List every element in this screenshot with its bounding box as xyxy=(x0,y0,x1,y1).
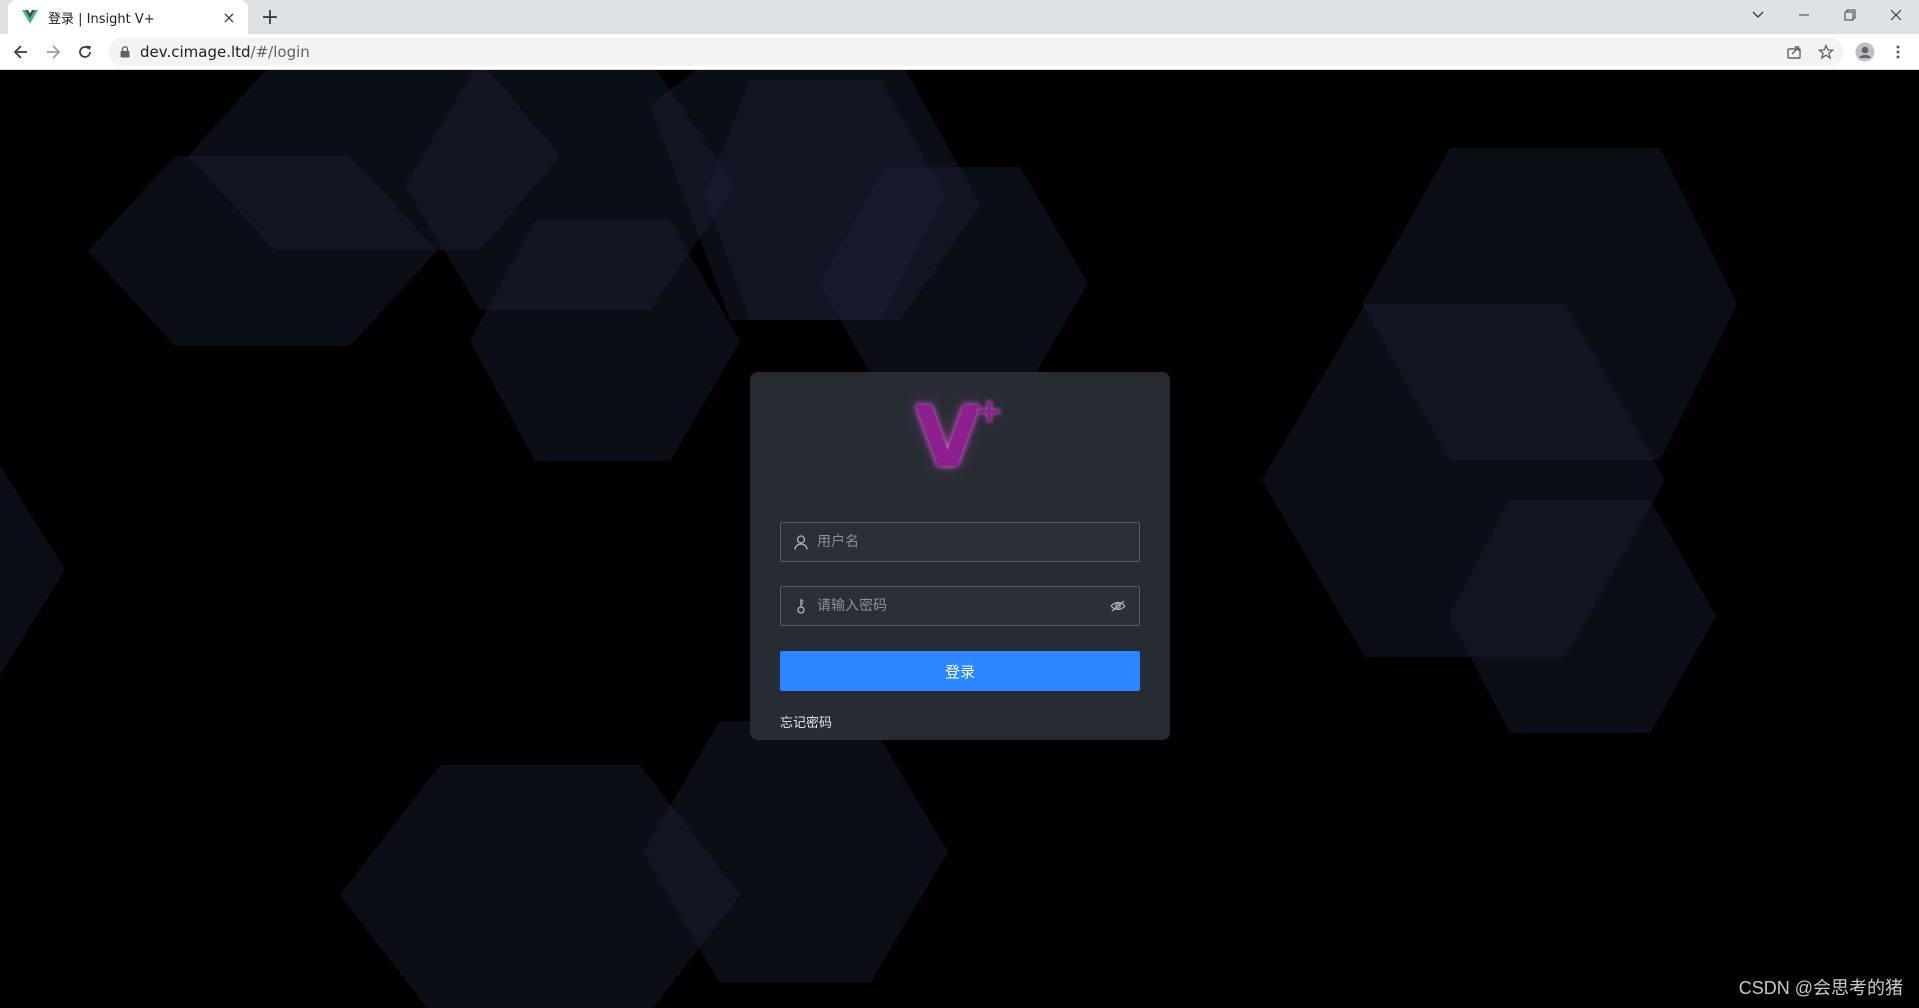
password-field[interactable] xyxy=(780,586,1140,626)
username-input[interactable] xyxy=(815,533,1127,551)
app-logo-mark: V + xyxy=(905,392,1015,482)
tab-title: 登录 | Insight V+ xyxy=(48,11,155,27)
address-bar[interactable]: dev.cimage.ltd/#/login xyxy=(108,38,1844,66)
star-icon[interactable] xyxy=(1814,40,1838,64)
share-icon[interactable] xyxy=(1782,40,1806,64)
username-field[interactable] xyxy=(780,522,1140,562)
kebab-menu-icon[interactable] xyxy=(1886,40,1910,64)
url-text: dev.cimage.ltd/#/login xyxy=(140,43,310,61)
watermark: CSDN @会思考的猪 xyxy=(1738,978,1903,998)
browser-toolbar: dev.cimage.ltd/#/login xyxy=(0,34,1919,70)
close-window-icon[interactable] xyxy=(1873,0,1919,30)
arrow-right-icon[interactable] xyxy=(41,40,65,64)
browser-tab[interactable]: 登录 | Insight V+ × xyxy=(8,0,248,34)
logo-letter: V xyxy=(915,388,981,486)
new-tab-button[interactable]: + xyxy=(256,5,284,30)
login-card: V + 用户名 登录 忘记密码 xyxy=(750,372,1170,740)
login-button[interactable]: 登录 xyxy=(780,651,1140,691)
vue-logo-icon xyxy=(22,9,38,25)
password-input[interactable] xyxy=(815,597,1109,615)
key-icon xyxy=(793,598,809,614)
lock-icon[interactable] xyxy=(120,43,130,62)
window-controls xyxy=(1735,0,1919,34)
eye-off-icon[interactable] xyxy=(1109,597,1127,615)
tab-close-icon[interactable]: × xyxy=(220,8,238,27)
forgot-password-link[interactable]: 忘记密码 xyxy=(780,712,832,731)
app-logo: V + xyxy=(750,392,1170,482)
login-page: V + 用户名 登录 忘记密码 CSDN @会思考的猪 xyxy=(0,70,1919,1008)
restore-icon[interactable] xyxy=(1827,0,1873,30)
browser-tab-bar: 登录 | Insight V+ × + xyxy=(0,0,1919,34)
reload-icon[interactable] xyxy=(73,40,97,64)
arrow-left-icon[interactable] xyxy=(9,40,33,64)
profile-icon[interactable] xyxy=(1853,40,1877,64)
logo-superscript: + xyxy=(975,391,1004,431)
tab-search-chevron-icon[interactable] xyxy=(1735,0,1781,30)
minimize-icon[interactable] xyxy=(1781,0,1827,30)
user-icon xyxy=(793,534,809,550)
